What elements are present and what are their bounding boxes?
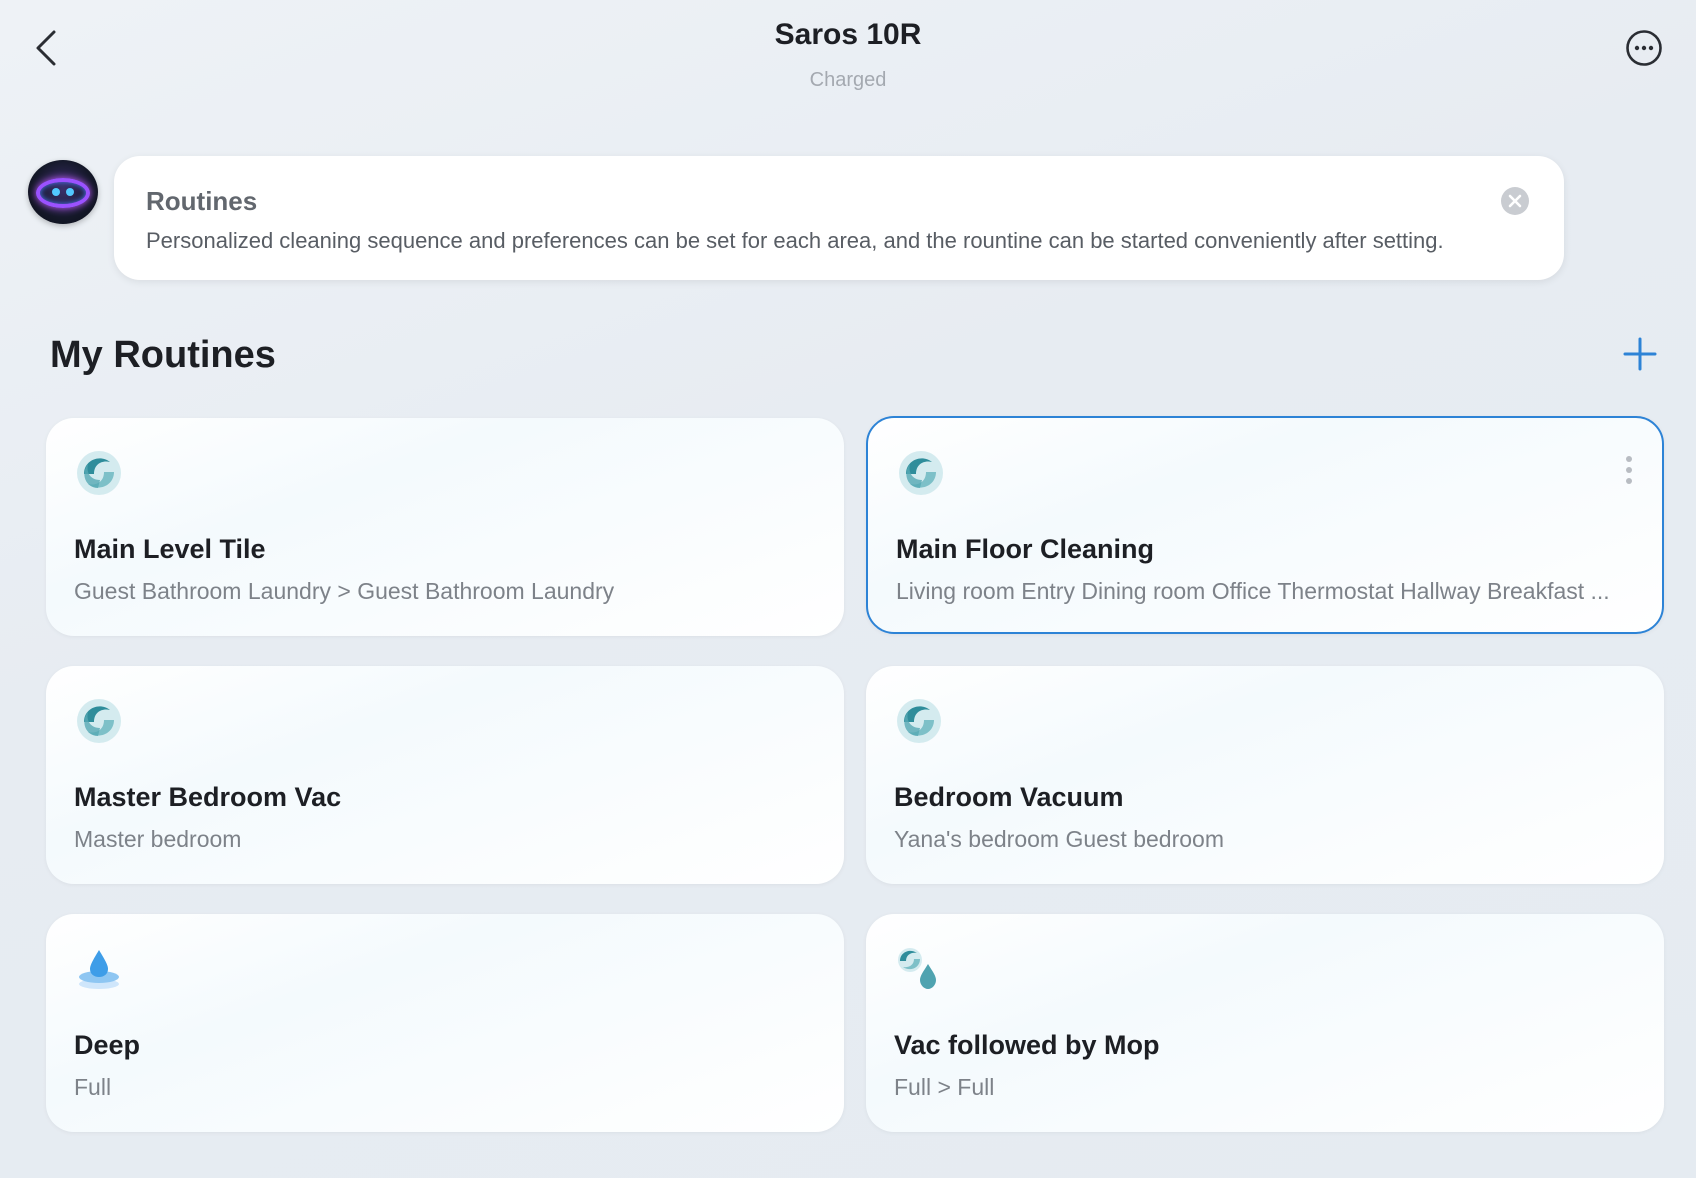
routine-areas: Full	[74, 1074, 112, 1100]
routine-name: Deep	[74, 1030, 141, 1060]
robot-eye-left	[52, 188, 60, 196]
routine-card-selected[interactable]: Main Floor Cleaning Living room Entry Di…	[866, 416, 1664, 634]
routine-card[interactable]: Bedroom Vacuum Yana's bedroom Guest bedr…	[866, 666, 1664, 884]
section-title: My Routines	[50, 334, 276, 376]
vacuum-swirl-icon	[897, 699, 941, 743]
routine-name: Vac followed by Mop	[894, 1030, 1160, 1060]
routine-areas: Full > Full	[894, 1074, 995, 1100]
tip-text: Personalized cleaning sequence and prefe…	[146, 228, 1444, 253]
routine-card[interactable]: Main Level Tile Guest Bathroom Laundry >…	[46, 418, 844, 636]
add-routine-icon[interactable]	[1622, 336, 1658, 372]
device-status: Charged	[809, 69, 887, 91]
header-bar: Saros 10R Charged	[0, 0, 1696, 110]
device-title: Saros 10R	[774, 18, 922, 51]
routine-card[interactable]: Deep Full	[46, 914, 844, 1132]
routine-name: Main Floor Cleaning	[896, 534, 1155, 564]
close-icon[interactable]	[1500, 186, 1530, 216]
more-options-icon[interactable]	[1624, 28, 1664, 68]
card-menu-icon[interactable]	[1624, 456, 1634, 492]
robot-visor	[36, 178, 90, 208]
title-block: Saros 10R Charged	[0, 16, 1696, 92]
routine-card[interactable]: Master Bedroom Vac Master bedroom	[46, 666, 844, 884]
routine-areas: Guest Bathroom Laundry > Guest Bathroom …	[74, 578, 615, 604]
vacuum-then-mop-icon	[898, 948, 936, 989]
routine-card[interactable]: Vac followed by Mop Full > Full	[866, 914, 1664, 1132]
tip-title: Routines	[146, 186, 258, 216]
routine-name: Main Level Tile	[74, 534, 266, 564]
robot-avatar	[28, 160, 98, 224]
mop-drop-icon	[79, 950, 119, 989]
robot-eye-right	[66, 188, 74, 196]
vacuum-swirl-icon	[77, 699, 121, 743]
routine-areas: Yana's bedroom Guest bedroom	[894, 826, 1224, 852]
routine-areas: Living room Entry Dining room Office The…	[896, 578, 1610, 604]
routines-tip-card: Routines Personalized cleaning sequence …	[114, 156, 1564, 280]
vacuum-swirl-icon	[899, 451, 943, 495]
routine-name: Bedroom Vacuum	[894, 782, 1124, 812]
routine-name: Master Bedroom Vac	[74, 782, 342, 812]
routine-areas: Master bedroom	[74, 826, 242, 852]
vacuum-swirl-icon	[77, 451, 121, 495]
